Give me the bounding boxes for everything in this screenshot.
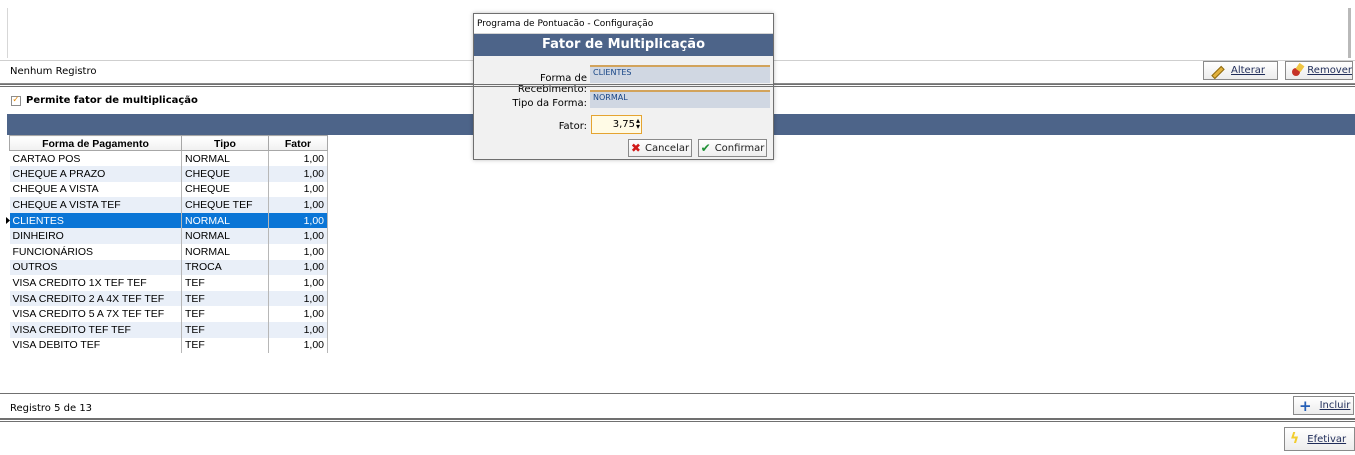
confirm-button[interactable]: ✔ Confirmar xyxy=(698,139,767,157)
cell-tipo[interactable]: TROCA xyxy=(181,259,269,276)
table-row[interactable]: VISA CREDITO 5 A 7X TEF TEF TEF 1,00 xyxy=(9,306,328,323)
efetivar-button[interactable]: ϟ Efetivar xyxy=(1284,427,1355,451)
cell-forma[interactable]: VISA CREDITO 1X TEF TEF xyxy=(9,275,182,291)
fator-input[interactable]: 3,75 ▴ ▾ xyxy=(591,115,642,134)
cell-forma[interactable]: FUNCIONÁRIOS xyxy=(9,244,182,260)
table-row[interactable]: CARTAO POS NORMAL 1,00 xyxy=(9,150,328,167)
selected-table-row[interactable]: CLIENTES NORMAL 1,00 xyxy=(9,212,328,229)
cancel-button[interactable]: ✖ Cancelar xyxy=(628,139,692,157)
cell-fator[interactable]: 1,00 xyxy=(268,212,328,229)
forma-pagamento-grid[interactable]: Forma de Pagamento Tipo Fator CARTAO POS… xyxy=(9,135,328,354)
cell-forma[interactable]: CARTAO POS xyxy=(9,150,182,167)
dialog-title: Programa de Pontuacão - Configuração xyxy=(477,19,654,29)
cell-fator[interactable]: 1,00 xyxy=(268,337,328,354)
cell-forma[interactable]: CHEQUE A VISTA TEF xyxy=(9,197,182,213)
remove-icon xyxy=(1291,64,1301,78)
current-row-indicator-icon xyxy=(6,217,10,224)
cell-tipo[interactable]: TEF xyxy=(181,290,269,307)
top-status-text: Nenhum Registro xyxy=(10,66,97,77)
table-row[interactable]: CHEQUE A PRAZO CHEQUE 1,00 xyxy=(9,166,328,182)
cell-forma[interactable]: CLIENTES xyxy=(9,212,182,229)
footer-status-bar: Registro 5 de 13 xyxy=(0,393,1355,419)
cell-fator[interactable]: 1,00 xyxy=(268,150,328,167)
cell-fator[interactable]: 1,00 xyxy=(268,244,328,260)
cell-forma[interactable]: VISA CREDITO TEF TEF xyxy=(9,322,182,338)
lightning-icon: ϟ xyxy=(1290,431,1300,447)
cell-fator[interactable]: 1,00 xyxy=(268,290,328,307)
table-row[interactable]: OUTROS TROCA 1,00 xyxy=(9,259,328,276)
remover-button[interactable]: Remover xyxy=(1285,61,1353,80)
incluir-button[interactable]: + Incluir xyxy=(1293,396,1354,415)
cancel-label: Cancelar xyxy=(644,142,690,154)
cell-tipo[interactable]: TEF xyxy=(181,337,269,354)
column-header-fator[interactable]: Fator xyxy=(268,135,328,151)
table-row[interactable]: FUNCIONÁRIOS NORMAL 1,00 xyxy=(9,244,328,260)
table-row[interactable]: CHEQUE A VISTA TEF CHEQUE TEF 1,00 xyxy=(9,197,328,213)
cell-forma[interactable]: CHEQUE A PRAZO xyxy=(9,166,182,182)
pencil-icon xyxy=(1209,64,1223,78)
table-row[interactable]: CHEQUE A VISTA CHEQUE 1,00 xyxy=(9,181,328,198)
cell-fator[interactable]: 1,00 xyxy=(268,275,328,291)
cell-tipo[interactable]: NORMAL xyxy=(181,228,269,245)
cell-forma[interactable]: VISA CREDITO 5 A 7X TEF TEF xyxy=(9,306,182,323)
cell-tipo[interactable]: TEF xyxy=(181,275,269,291)
confirm-label: Confirmar xyxy=(714,142,765,154)
cell-tipo[interactable]: NORMAL xyxy=(181,244,269,260)
cell-fator[interactable]: 1,00 xyxy=(268,322,328,338)
grid-header-row: Forma de Pagamento Tipo Fator xyxy=(9,135,328,151)
spinner-icon[interactable]: ▴ ▾ xyxy=(636,117,640,131)
alterar-label: Alterar xyxy=(1231,65,1266,76)
cell-tipo[interactable]: NORMAL xyxy=(181,212,269,229)
permite-fator-checkbox[interactable]: ✓ xyxy=(11,95,21,106)
cell-tipo[interactable]: NORMAL xyxy=(181,150,269,167)
table-row[interactable]: VISA DEBITO TEF TEF 1,00 xyxy=(9,337,328,354)
cell-forma[interactable]: CHEQUE A VISTA xyxy=(9,181,182,198)
cell-tipo[interactable]: TEF xyxy=(181,322,269,338)
column-header-forma[interactable]: Forma de Pagamento xyxy=(9,135,182,151)
alterar-button[interactable]: Alterar xyxy=(1203,61,1278,80)
cell-fator[interactable]: 1,00 xyxy=(268,197,328,213)
forma-recebimento-field: CLIENTES xyxy=(590,65,770,83)
fator-label: Fator: xyxy=(558,121,587,132)
table-row[interactable]: VISA CREDITO 2 A 4X TEF TEF TEF 1,00 xyxy=(9,290,328,307)
cell-forma[interactable]: VISA CREDITO 2 A 4X TEF TEF xyxy=(9,290,182,307)
cell-tipo[interactable]: CHEQUE TEF xyxy=(181,197,269,213)
efetivar-label: Efetivar xyxy=(1307,433,1347,445)
remover-label: Remover xyxy=(1307,65,1352,76)
checkmark-icon: ✔ xyxy=(700,141,711,155)
bottom-divider xyxy=(0,419,1355,422)
vertical-scrollbar[interactable] xyxy=(1348,8,1351,58)
cell-forma[interactable]: VISA DEBITO TEF xyxy=(9,337,182,354)
table-row[interactable]: VISA CREDITO 1X TEF TEF TEF 1,00 xyxy=(9,275,328,291)
tipo-forma-field: NORMAL xyxy=(590,90,770,108)
cell-fator[interactable]: 1,00 xyxy=(268,166,328,182)
tipo-forma-label: Tipo da Forma: xyxy=(512,98,587,109)
cell-forma[interactable]: DINHEIRO xyxy=(9,228,182,245)
cell-tipo[interactable]: CHEQUE xyxy=(181,166,269,182)
column-header-tipo[interactable]: Tipo xyxy=(181,135,269,151)
cell-fator[interactable]: 1,00 xyxy=(268,181,328,198)
cell-fator[interactable]: 1,00 xyxy=(268,259,328,276)
permite-fator-label: Permite fator de multiplicação xyxy=(26,95,198,106)
cell-tipo[interactable]: TEF xyxy=(181,306,269,323)
plus-icon: + xyxy=(1299,396,1312,415)
cell-tipo[interactable]: CHEQUE xyxy=(181,181,269,198)
cell-forma[interactable]: OUTROS xyxy=(9,259,182,276)
table-row[interactable]: DINHEIRO NORMAL 1,00 xyxy=(9,228,328,245)
table-row[interactable]: VISA CREDITO TEF TEF TEF 1,00 xyxy=(9,322,328,338)
permite-fator-checkbox-row[interactable]: ✓ Permite fator de multiplicação xyxy=(11,95,198,106)
cell-fator[interactable]: 1,00 xyxy=(268,228,328,245)
close-icon: ✖ xyxy=(630,141,641,155)
record-count-text: Registro 5 de 13 xyxy=(10,403,93,414)
dialog-header: Fator de Multiplicação xyxy=(474,34,773,56)
dialog-titlebar[interactable]: Programa de Pontuacão - Configuração xyxy=(474,14,773,34)
top-divider xyxy=(0,84,1355,87)
cell-fator[interactable]: 1,00 xyxy=(268,306,328,323)
incluir-label: Incluir xyxy=(1319,400,1351,411)
fator-value: 3,75 xyxy=(612,119,635,130)
